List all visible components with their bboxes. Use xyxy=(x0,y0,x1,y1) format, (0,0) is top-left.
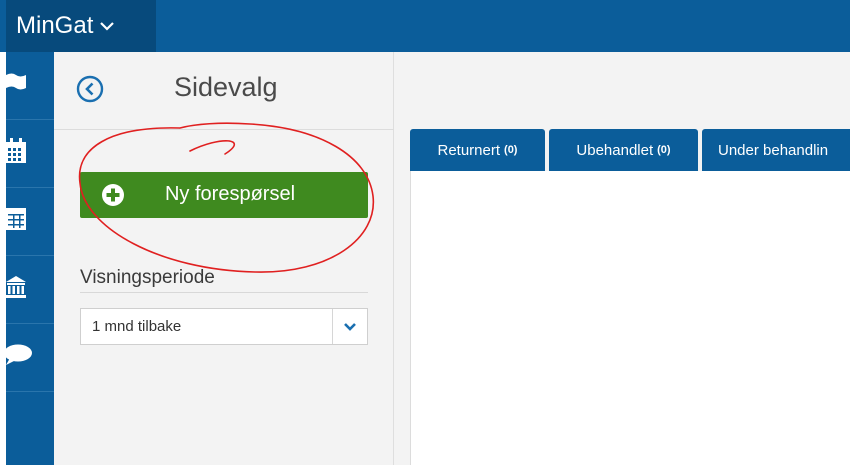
tab-count: (0) xyxy=(657,144,671,156)
new-request-button[interactable]: Ny forespørsel xyxy=(80,172,368,218)
chevron-left-circle-icon xyxy=(76,75,104,107)
app-menu-button[interactable]: MinGat xyxy=(6,0,156,52)
tab-under-behandling[interactable]: Under behandlin xyxy=(702,129,850,171)
table-icon xyxy=(6,207,28,236)
tab-content xyxy=(410,171,850,465)
tab-label: Ubehandlet xyxy=(576,141,654,159)
period-label: Visningsperiode xyxy=(80,267,215,288)
rail-item-calendar[interactable] xyxy=(6,120,54,188)
tab-label: Under behandlin xyxy=(718,141,829,159)
tab-bar: Returnert (0) Ubehandlet (0) Under behan… xyxy=(410,129,850,171)
side-panel: Sidevalg Ny forespørsel Visningsperiode … xyxy=(54,52,394,465)
chevron-down-icon xyxy=(332,309,367,344)
back-button[interactable] xyxy=(76,75,104,103)
period-select-value: 1 mnd tilbake xyxy=(92,318,182,335)
main-area: Returnert (0) Ubehandlet (0) Under behan… xyxy=(394,52,850,465)
icon-rail xyxy=(4,52,54,465)
rail-item-table[interactable] xyxy=(6,188,54,256)
divider xyxy=(80,292,368,293)
tab-label: Returnert xyxy=(437,141,501,159)
rail-item-bank[interactable] xyxy=(6,256,54,324)
top-bar: MinGat xyxy=(0,0,850,52)
tab-returnert[interactable]: Returnert (0) xyxy=(410,129,545,171)
rail-item-chat[interactable] xyxy=(4,324,54,392)
period-select[interactable]: 1 mnd tilbake xyxy=(80,308,368,345)
tab-count: (0) xyxy=(504,144,518,156)
bank-icon xyxy=(6,275,28,304)
chevron-down-icon xyxy=(99,20,115,32)
new-request-label: Ny forespørsel xyxy=(164,183,296,205)
tab-ubehandlet[interactable]: Ubehandlet (0) xyxy=(549,129,698,171)
calendar-icon xyxy=(6,138,28,169)
chat-bubble-icon xyxy=(4,344,32,371)
flag-icon xyxy=(6,72,26,99)
rail-item-flag[interactable] xyxy=(6,52,54,120)
panel-title: Sidevalg xyxy=(174,72,278,102)
panel-header: Sidevalg xyxy=(54,52,394,130)
app-title: MinGat xyxy=(16,12,94,39)
